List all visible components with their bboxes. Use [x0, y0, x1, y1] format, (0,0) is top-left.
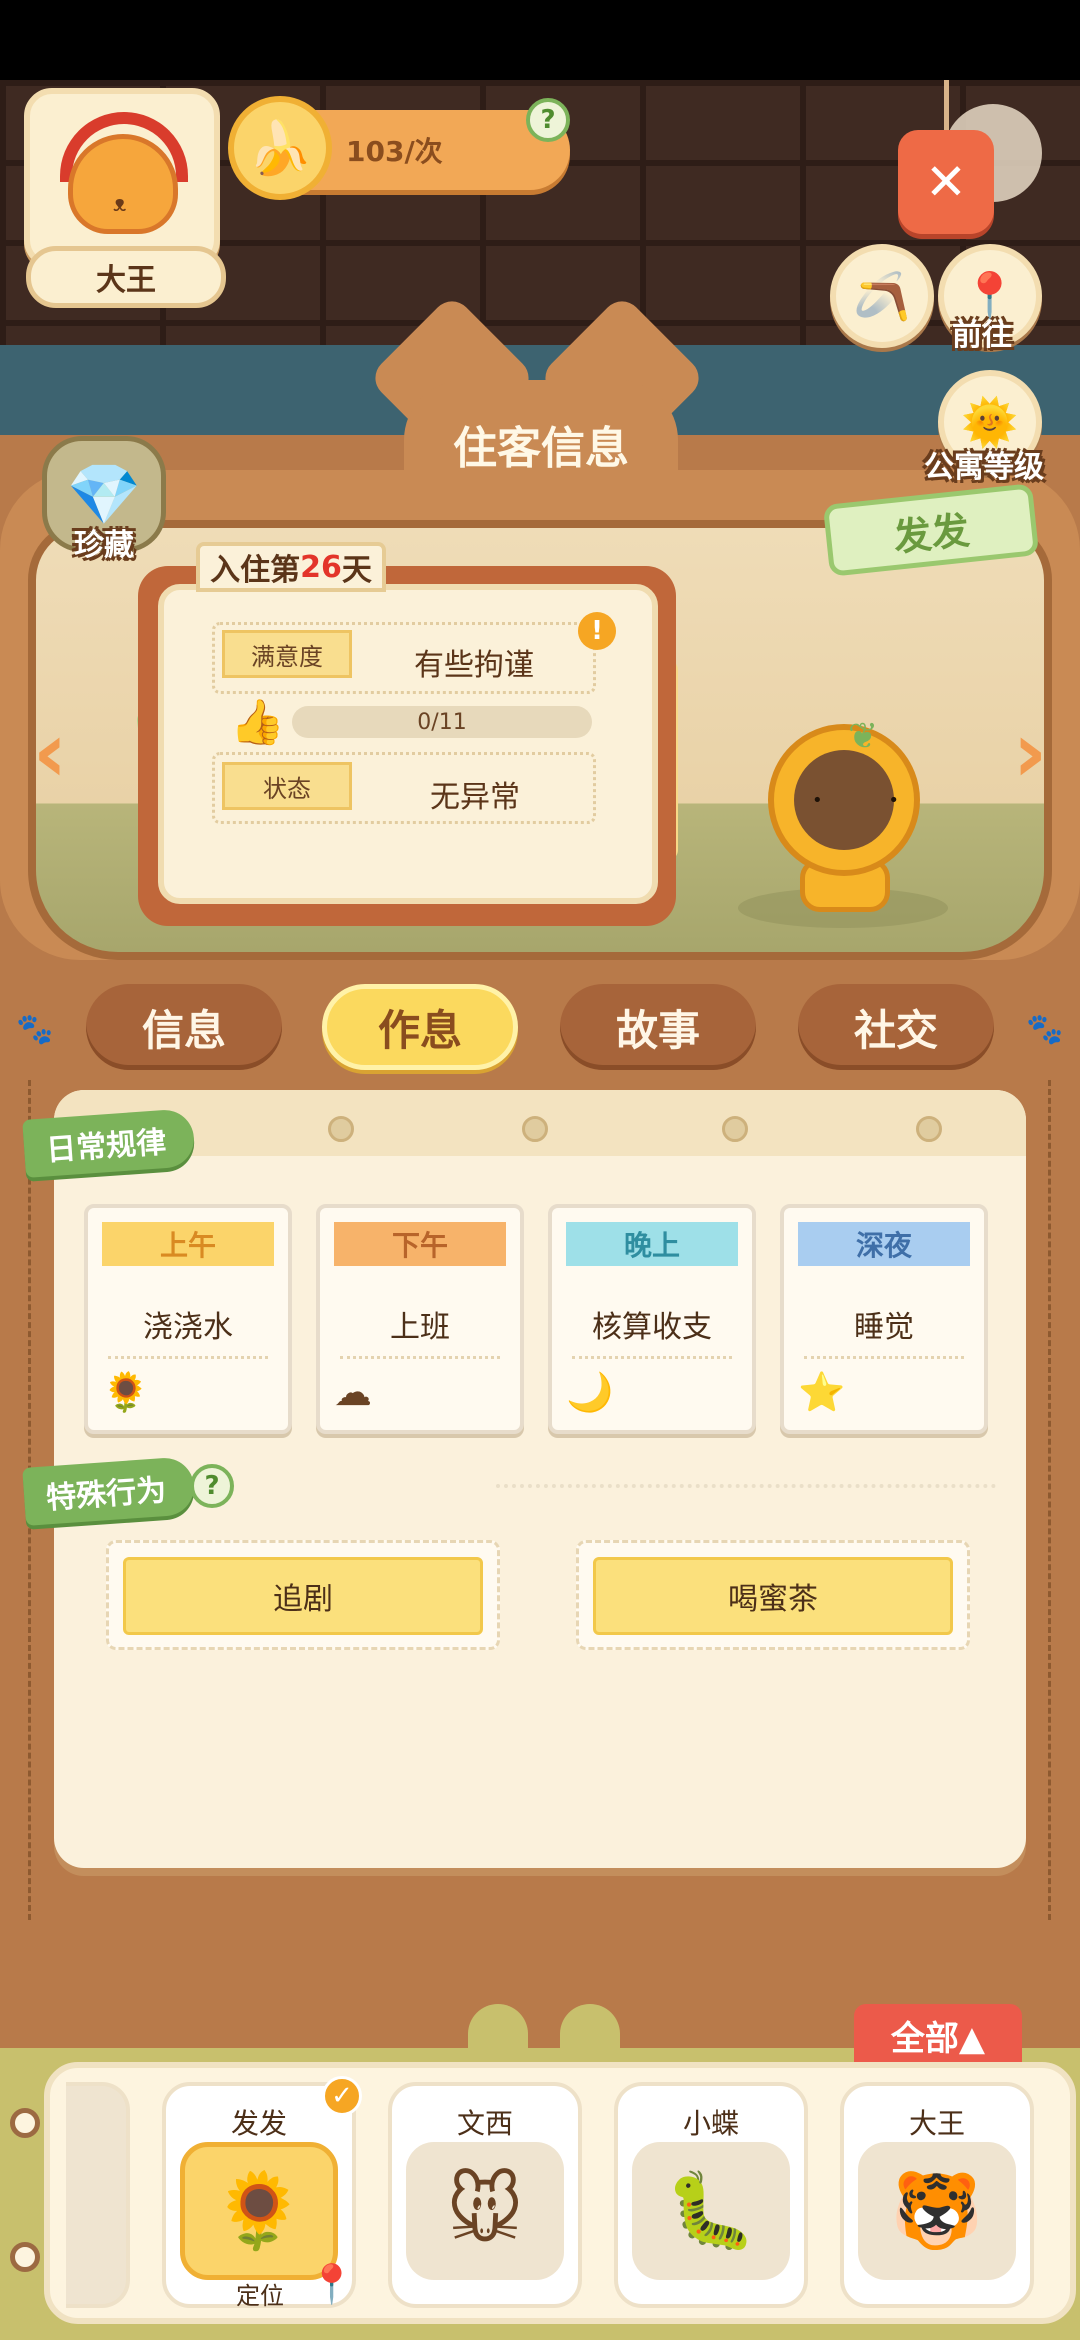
check-icon: ✓: [322, 2076, 362, 2116]
special-behavior-label: 特殊行为: [22, 1456, 196, 1526]
page-guide-right: [1048, 1080, 1052, 1920]
bug-avatar-icon: 🐛: [632, 2142, 790, 2280]
warning-icon[interactable]: !: [578, 612, 616, 650]
thumbs-up-icon: 👍: [230, 697, 285, 748]
schedule-time: 晚上: [566, 1222, 738, 1266]
sun-icon: 🌻: [102, 1370, 150, 1414]
schedule-time: 上午: [102, 1222, 274, 1266]
stay-days: 入住第 26 天: [196, 542, 386, 592]
dotted-divider: [496, 1484, 996, 1488]
special-help-icon[interactable]: ?: [190, 1464, 234, 1508]
divider: [340, 1356, 500, 1359]
player-name: 大王: [26, 246, 226, 308]
character-eyes: • •: [812, 790, 929, 811]
status-bar: [0, 0, 1080, 80]
tab-social[interactable]: 社交: [798, 984, 994, 1070]
daily-routine-label: 日常规律: [22, 1108, 196, 1178]
schedule-activity: 上班: [390, 1310, 450, 1345]
close-icon[interactable]: ✕: [898, 130, 994, 234]
binding-hole: [328, 1116, 354, 1142]
special-behavior-text: 喝蜜茶: [593, 1557, 953, 1635]
leaf-icon: ❦: [848, 716, 879, 757]
roster-name: 小蝶: [682, 2107, 739, 2140]
tab-story[interactable]: 故事: [560, 984, 756, 1070]
roster-card[interactable]: 发发 🌻 定位 📍: [162, 2082, 356, 2311]
schedule-activity: 睡觉: [854, 1310, 914, 1345]
stay-days-prefix: 入住第: [210, 553, 301, 588]
player-avatar[interactable]: ᴥ: [24, 88, 220, 268]
go-label: 前往: [952, 318, 1012, 353]
satisfaction-value: 有些拘谨: [414, 648, 534, 683]
binder-ring: [10, 2242, 40, 2272]
divider: [108, 1356, 268, 1359]
satisfaction-progress: 0/11: [292, 706, 592, 738]
moon-icon: 🌙: [566, 1370, 614, 1414]
binding-hole: [722, 1116, 748, 1142]
paw-icon: 🐾: [16, 1012, 54, 1047]
schedule-card-afternoon: 下午 上班 ☁: [316, 1204, 524, 1434]
cloud-icon: ☁: [334, 1370, 372, 1414]
locate-label[interactable]: 定位: [236, 2276, 284, 2311]
roster-name: 文西: [456, 2107, 513, 2140]
divider: [572, 1356, 732, 1359]
roster-card[interactable]: 大王 🐯: [840, 2082, 1034, 2308]
schedule-card-morning: 上午 浇浇水 🌻: [84, 1204, 292, 1434]
sunflower-avatar-icon: 🌻: [180, 2142, 338, 2280]
schedule-activity: 核算收支: [592, 1310, 712, 1345]
prev-resident-arrow[interactable]: ‹: [10, 702, 90, 802]
schedule-time: 下午: [334, 1222, 506, 1266]
roster-card-partial[interactable]: [66, 2082, 130, 2308]
banana-rate: 103/次: [346, 135, 443, 168]
special-behavior-text: 追剧: [123, 1557, 483, 1635]
treasure-label: 珍藏: [74, 528, 134, 563]
satisfaction-label: 满意度: [222, 630, 352, 678]
boomerang-icon: 🪃: [853, 268, 911, 323]
divider: [804, 1356, 964, 1359]
boomerang-button[interactable]: 🪃: [830, 244, 934, 348]
schedule-time: 深夜: [798, 1222, 970, 1266]
stay-days-suffix: 天: [341, 553, 372, 588]
paw-icon: 🐾: [1026, 1012, 1064, 1047]
schedule-card-night: 深夜 睡觉 ⭐: [780, 1204, 988, 1434]
star-icon: ⭐: [798, 1370, 846, 1414]
binding-hole: [916, 1116, 942, 1142]
binder-ring: [10, 2108, 40, 2138]
roster-card[interactable]: 小蝶 🐛: [614, 2082, 808, 2308]
tab-schedule[interactable]: 作息: [322, 984, 518, 1070]
mouse-avatar-icon: 🐭: [406, 2142, 564, 2280]
schedule-activity: 浇浇水: [143, 1310, 233, 1345]
roster-name: 发发: [230, 2107, 287, 2140]
panel-title: 住客信息: [453, 423, 629, 474]
roster-card[interactable]: 文西 🐭: [388, 2082, 582, 2308]
tab-info[interactable]: 信息: [86, 984, 282, 1070]
roster-ear: [560, 2004, 620, 2064]
schedule-card-evening: 晚上 核算收支 🌙: [548, 1204, 756, 1434]
banana-help-icon[interactable]: ?: [526, 98, 570, 142]
binding-hole: [522, 1116, 548, 1142]
show-all-button[interactable]: 全部▲: [854, 2004, 1022, 2066]
roster-name: 大王: [908, 2107, 965, 2140]
tiger-face-icon: ᴥ: [68, 134, 178, 234]
status-label: 状态: [222, 762, 352, 810]
special-behavior-item: 追剧: [106, 1540, 500, 1650]
banana-icon: 🍌: [228, 96, 332, 200]
status-value: 无异常: [430, 780, 520, 815]
special-behavior-item: 喝蜜茶: [576, 1540, 970, 1650]
apartment-level-label: 公寓等级: [924, 450, 1044, 485]
location-pin-icon[interactable]: 📍: [308, 2262, 355, 2307]
tiger-avatar-icon: 🐯: [858, 2142, 1016, 2280]
next-resident-arrow[interactable]: ›: [990, 702, 1070, 802]
stay-days-number: 26: [300, 549, 342, 585]
treasure-chest-icon: 💎: [66, 459, 142, 530]
roster-ear: [468, 2004, 528, 2064]
